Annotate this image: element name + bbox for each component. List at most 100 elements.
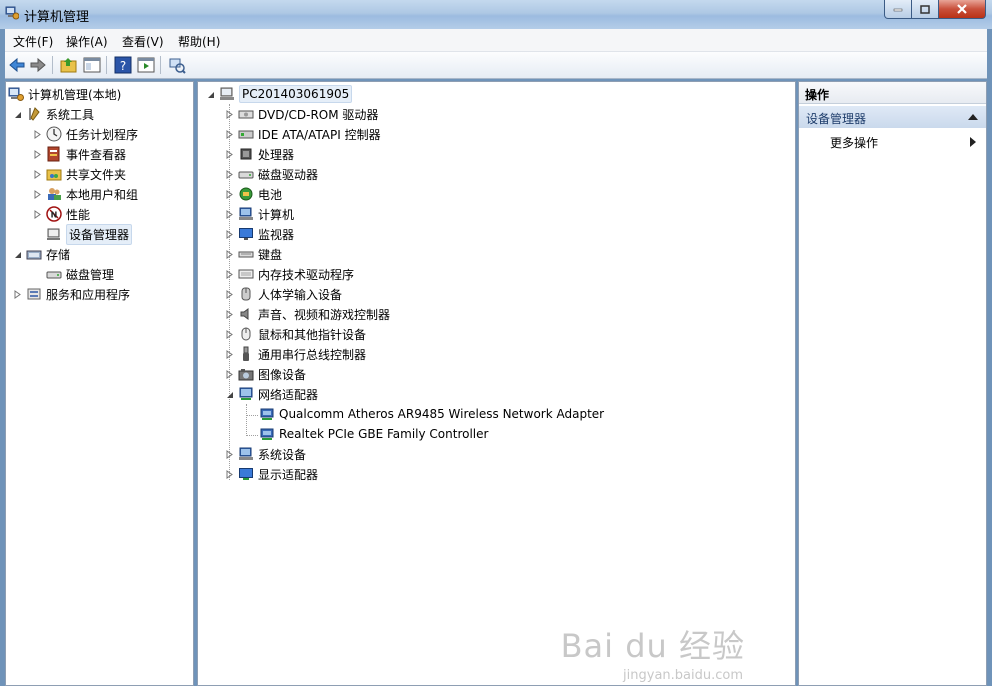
collapsed-arrow-icon[interactable] bbox=[225, 189, 234, 199]
device-category-processor[interactable]: 处理器 bbox=[225, 144, 294, 164]
collapsed-arrow-icon[interactable] bbox=[225, 169, 234, 179]
collapsed-arrow-icon[interactable] bbox=[33, 209, 42, 219]
device-category-disk[interactable]: 磁盘驱动器 bbox=[225, 164, 318, 184]
menu-view[interactable]: 查看(V) bbox=[122, 33, 164, 50]
help-icon[interactable]: ? bbox=[113, 55, 133, 75]
device-category-hid[interactable]: 人体学输入设备 bbox=[225, 284, 342, 304]
collapsed-arrow-icon[interactable] bbox=[225, 229, 234, 239]
device-category-label: 计算机 bbox=[258, 207, 295, 222]
device-category-ide[interactable]: IDE ATA/ATAPI 控制器 bbox=[225, 124, 381, 144]
collapsed-arrow-icon[interactable] bbox=[225, 109, 234, 119]
expanded-arrow-icon[interactable] bbox=[225, 390, 234, 399]
tree-item-local-users[interactable]: 本地用户和组 bbox=[33, 184, 138, 204]
tree-item-computer-management[interactable]: 计算机管理(本地) bbox=[8, 84, 121, 104]
device-category-computer[interactable]: 计算机 bbox=[225, 204, 294, 224]
device-category-memory[interactable]: 内存技术驱动程序 bbox=[225, 264, 354, 284]
actions-pane: 操作 设备管理器 更多操作 bbox=[798, 81, 987, 686]
collapsed-arrow-icon[interactable] bbox=[33, 149, 42, 159]
tree-item-disk-management[interactable]: 磁盘管理 bbox=[46, 264, 114, 284]
navigation-tree-pane[interactable]: 计算机管理(本地) 系统工具 任务计划程序 事件查看器 共享文件夹 本地用户和组… bbox=[5, 81, 194, 686]
device-category-mouse[interactable]: 鼠标和其他指针设备 bbox=[225, 324, 366, 344]
minimize-button[interactable] bbox=[884, 0, 912, 19]
tree-item-services[interactable]: 服务和应用程序 bbox=[13, 284, 130, 304]
device-category-display-adapters[interactable]: 显示适配器 bbox=[225, 464, 318, 484]
collapsed-arrow-icon[interactable] bbox=[225, 309, 234, 319]
device-item-network-adapter-2[interactable]: Realtek PCIe GBE Family Controller bbox=[259, 424, 488, 444]
svg-text:?: ? bbox=[120, 59, 126, 73]
actions-section-device-manager[interactable]: 设备管理器 bbox=[799, 106, 986, 128]
device-label: Realtek PCIe GBE Family Controller bbox=[279, 427, 489, 441]
device-category-system-devices[interactable]: 系统设备 bbox=[225, 444, 306, 464]
menu-file[interactable]: 文件(F) bbox=[13, 33, 53, 50]
tree-label: 共享文件夹 bbox=[66, 167, 127, 182]
show-hide-tree-icon[interactable] bbox=[82, 55, 102, 75]
device-category-label: 监视器 bbox=[258, 227, 295, 242]
device-category-label: 内存技术驱动程序 bbox=[258, 267, 355, 282]
tree-item-task-scheduler[interactable]: 任务计划程序 bbox=[33, 124, 138, 144]
device-category-monitor[interactable]: 监视器 bbox=[225, 224, 294, 244]
tree-item-performance[interactable]: N 性能 bbox=[33, 204, 90, 224]
computer-icon bbox=[220, 87, 234, 100]
tree-item-shared-folders[interactable]: 共享文件夹 bbox=[33, 164, 126, 184]
collapsed-arrow-icon[interactable] bbox=[225, 469, 234, 479]
back-arrow-icon[interactable] bbox=[7, 55, 27, 75]
device-category-sound[interactable]: 声音、视频和游戏控制器 bbox=[225, 304, 390, 324]
collapse-up-icon[interactable] bbox=[968, 113, 978, 120]
more-actions-item[interactable]: 更多操作 bbox=[830, 134, 878, 151]
memory-driver-icon bbox=[238, 269, 254, 279]
collapsed-arrow-icon[interactable] bbox=[33, 169, 42, 179]
device-category-keyboard[interactable]: 键盘 bbox=[225, 244, 282, 264]
expanded-arrow-icon[interactable] bbox=[13, 250, 22, 259]
device-category-dvd[interactable]: DVD/CD-ROM 驱动器 bbox=[225, 104, 378, 124]
collapsed-arrow-icon[interactable] bbox=[225, 149, 234, 159]
tree-item-system-tools[interactable]: 系统工具 bbox=[13, 104, 94, 124]
device-category-label: 鼠标和其他指针设备 bbox=[258, 327, 367, 342]
device-category-label: 声音、视频和游戏控制器 bbox=[258, 307, 391, 322]
collapsed-arrow-icon[interactable] bbox=[225, 129, 234, 139]
forward-arrow-icon[interactable] bbox=[28, 55, 48, 75]
display-adapter-icon bbox=[239, 468, 253, 480]
network-adapter-icon bbox=[260, 428, 274, 440]
device-tree-pane[interactable]: PC201403061905 DVD/CD-ROM 驱动器 IDE ATA/ATA… bbox=[197, 81, 796, 686]
network-icon bbox=[239, 387, 253, 400]
device-item-network-adapter-1[interactable]: Qualcomm Atheros AR9485 Wireless Network… bbox=[259, 404, 604, 424]
services-icon bbox=[27, 288, 41, 300]
menu-action[interactable]: 操作(A) bbox=[66, 33, 108, 50]
tree-label: 性能 bbox=[66, 207, 91, 222]
show-hide-action-pane-icon[interactable] bbox=[136, 55, 156, 75]
expanded-arrow-icon[interactable] bbox=[13, 110, 22, 119]
collapsed-arrow-icon[interactable] bbox=[33, 189, 42, 199]
menu-help[interactable]: 帮助(H) bbox=[178, 33, 220, 50]
collapsed-arrow-icon[interactable] bbox=[225, 349, 234, 359]
tree-item-storage[interactable]: 存储 bbox=[13, 244, 70, 264]
tree-label: 本地用户和组 bbox=[66, 187, 139, 202]
close-button[interactable] bbox=[939, 0, 986, 19]
tree-item-device-manager[interactable]: 设备管理器 bbox=[46, 223, 133, 245]
collapsed-arrow-icon[interactable] bbox=[225, 249, 234, 259]
disk-drive-icon bbox=[238, 171, 254, 179]
expanded-arrow-icon[interactable] bbox=[206, 90, 215, 99]
submenu-arrow-icon[interactable] bbox=[970, 137, 976, 147]
scan-hardware-icon[interactable] bbox=[167, 55, 187, 75]
device-tree-root[interactable]: PC201403061905 bbox=[206, 84, 353, 104]
network-adapter-icon bbox=[260, 408, 274, 420]
collapsed-arrow-icon[interactable] bbox=[225, 369, 234, 379]
collapsed-arrow-icon[interactable] bbox=[225, 209, 234, 219]
collapsed-arrow-icon[interactable] bbox=[225, 329, 234, 339]
device-category-network-adapters[interactable]: 网络适配器 bbox=[225, 384, 318, 404]
device-category-usb[interactable]: 通用串行总线控制器 bbox=[225, 344, 366, 364]
collapsed-arrow-icon[interactable] bbox=[225, 289, 234, 299]
event-viewer-icon bbox=[47, 146, 60, 162]
collapsed-arrow-icon[interactable] bbox=[13, 289, 22, 299]
collapsed-arrow-icon[interactable] bbox=[225, 449, 234, 459]
tree-item-event-viewer[interactable]: 事件查看器 bbox=[33, 144, 126, 164]
device-category-imaging[interactable]: 图像设备 bbox=[225, 364, 306, 384]
maximize-button[interactable] bbox=[912, 0, 939, 19]
collapsed-arrow-icon[interactable] bbox=[33, 129, 42, 139]
imaging-icon bbox=[238, 369, 254, 381]
device-category-battery[interactable]: 电池 bbox=[225, 184, 282, 204]
title-bar[interactable]: 计算机管理 bbox=[0, 0, 992, 29]
clock-icon bbox=[46, 126, 62, 142]
up-folder-icon[interactable] bbox=[59, 55, 79, 75]
collapsed-arrow-icon[interactable] bbox=[225, 269, 234, 279]
